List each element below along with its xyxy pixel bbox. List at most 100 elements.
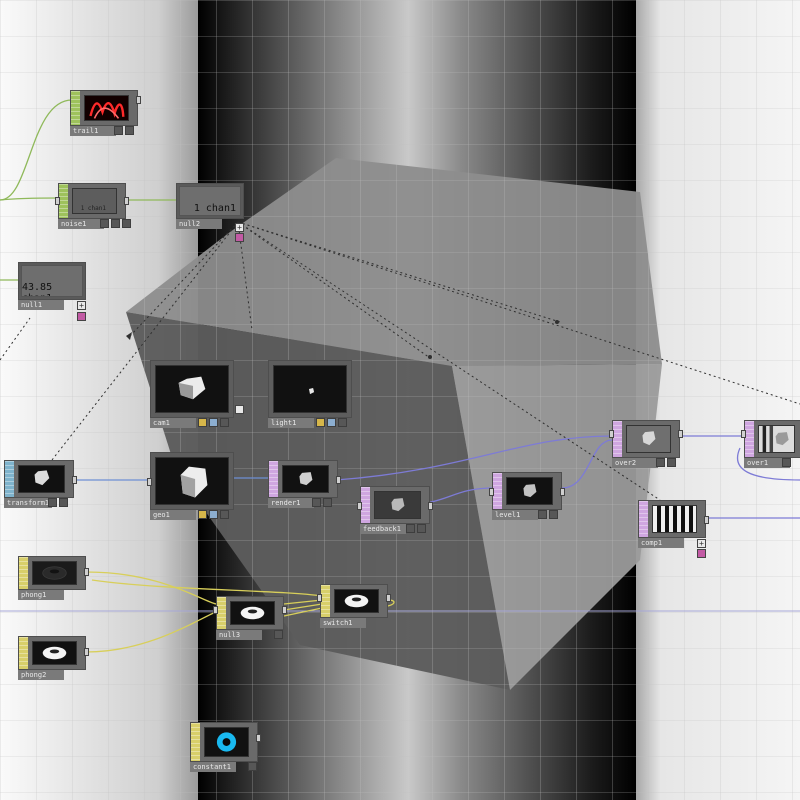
output-connector[interactable] [678,430,683,438]
output-connector[interactable] [386,594,391,602]
add-output-button[interactable] [235,405,244,414]
node-phong2[interactable]: phong2 [18,636,89,680]
node-value: 43.85 chan1 [22,282,53,296]
lock-flag[interactable] [125,126,134,135]
node-over1[interactable]: over1 [741,420,800,468]
output-connector[interactable] [136,96,141,104]
constant1-preview [204,727,249,757]
display-flag[interactable] [209,418,218,427]
node-render1[interactable]: render1 [268,460,341,508]
trail1-preview [84,95,129,121]
bypass-flag[interactable] [538,510,547,519]
node-label: trail1 [70,126,116,136]
viewer-toggle[interactable]: + [77,301,86,310]
node-label: cam1 [150,418,196,428]
lock-flag[interactable] [549,510,558,519]
null3-preview [230,601,275,625]
input-connector[interactable] [741,430,746,438]
node-noise1[interactable]: 1 chan1 noise1 [55,183,131,229]
input-connector[interactable] [147,478,152,486]
input-connector[interactable] [317,594,322,602]
over1-preview [758,425,795,453]
render-flag[interactable] [198,510,207,519]
node-null3[interactable]: null3 [213,596,287,640]
node-constant1[interactable]: constant1 [190,722,261,772]
transform1-preview [18,465,65,493]
lock-flag[interactable] [220,510,229,519]
node-feedback1[interactable]: feedback1 [357,486,433,534]
input-connector[interactable] [55,197,60,205]
node-comp1[interactable]: comp1 [638,500,709,548]
node-value: 1 chan1 [80,205,106,212]
node-label: phong1 [18,590,64,600]
output-connector[interactable] [428,502,433,510]
bypass-flag[interactable] [406,524,415,533]
node-value: 1 chan1 [193,203,236,214]
bypass-flag[interactable] [100,219,109,228]
display-flag[interactable] [209,510,218,519]
node-label: noise1 [58,219,104,229]
node-transform1[interactable]: transform1 [4,460,77,508]
node-null1[interactable]: 43.85 chan1 null1 [18,262,86,310]
level1-preview [506,477,553,505]
node-phong1[interactable]: phong1 [18,556,89,600]
node-label: render1 [268,498,314,508]
switch1-preview [334,589,379,613]
export-flag[interactable] [697,549,706,558]
node-level1[interactable]: level1 [489,472,565,520]
input-connector[interactable] [609,430,614,438]
bypass-flag[interactable] [782,458,791,467]
output-connector[interactable] [336,476,341,484]
lock-flag[interactable] [323,498,332,507]
node-label: null3 [216,630,262,640]
output-connector[interactable] [84,568,89,576]
phong2-preview [32,641,77,665]
node-label: geo1 [150,510,196,520]
node-light1[interactable]: light1 [268,360,352,428]
bypass-flag[interactable] [48,498,57,507]
bypass-flag[interactable] [248,762,257,771]
output-connector[interactable] [256,734,261,742]
bypass-flag[interactable] [656,458,665,467]
input-connector[interactable] [213,606,218,614]
light1-preview [273,365,347,413]
cam1-preview [155,365,229,413]
node-label: feedback1 [360,524,406,534]
viewer-toggle[interactable]: + [697,539,706,548]
lock-flag[interactable] [59,498,68,507]
node-trail1[interactable]: trail1 [70,90,141,136]
node-label: light1 [268,418,314,428]
viewer-toggle[interactable]: + [235,223,244,232]
node-label: null2 [176,219,222,229]
node-over2[interactable]: over2 [609,420,683,468]
output-connector[interactable] [72,476,77,484]
render-flag[interactable] [198,418,207,427]
output-connector[interactable] [84,648,89,656]
output-connector[interactable] [282,606,287,614]
bypass-flag[interactable] [114,126,123,135]
node-geo1[interactable]: geo1 [147,452,234,520]
display-flag[interactable] [122,219,131,228]
lock-flag[interactable] [220,418,229,427]
display-flag[interactable] [327,418,336,427]
input-connector[interactable] [357,502,362,510]
export-flag[interactable] [77,312,86,321]
null1-preview: 43.85 chan1 [21,265,83,297]
lock-flag[interactable] [667,458,676,467]
input-connector[interactable] [489,488,494,496]
render-flag[interactable] [316,418,325,427]
node-cam1[interactable]: cam1 [150,360,234,428]
output-connector[interactable] [704,516,709,524]
lock-flag[interactable] [111,219,120,228]
lock-flag[interactable] [338,418,347,427]
bypass-flag[interactable] [274,630,283,639]
node-switch1[interactable]: switch1 [317,584,391,628]
output-connector[interactable] [124,197,129,205]
lock-flag[interactable] [417,524,426,533]
node-label: constant1 [190,762,236,772]
export-flag[interactable] [235,233,244,242]
node-label: transform1 [4,498,53,508]
output-connector[interactable] [560,488,565,496]
bypass-flag[interactable] [312,498,321,507]
node-null2[interactable]: 1 chan1 null2 [176,183,244,414]
